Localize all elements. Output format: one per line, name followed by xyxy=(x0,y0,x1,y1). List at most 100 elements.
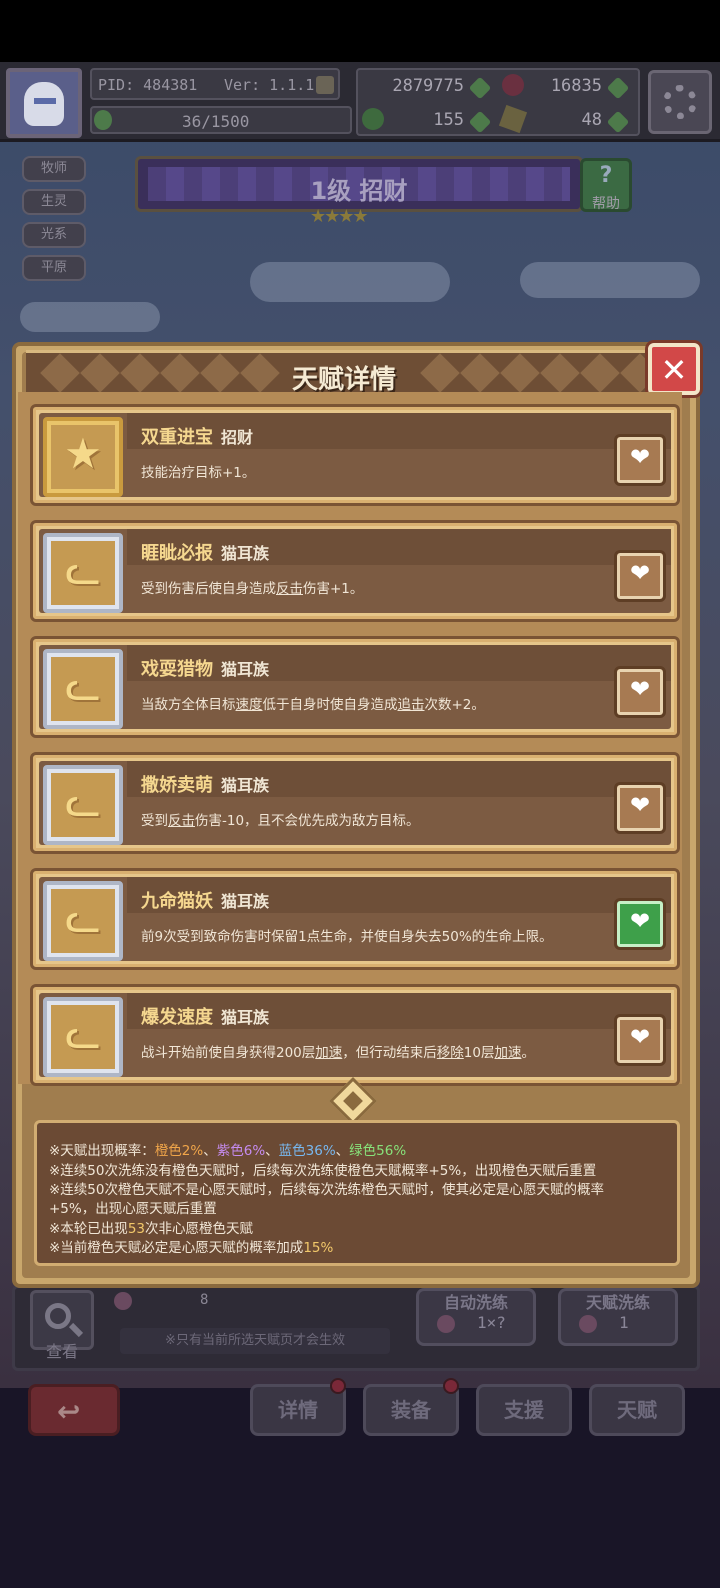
talent-description: 受到反击伤害-10，且不会优先成为敌方目标。 xyxy=(141,813,420,829)
divider-gem-icon xyxy=(328,1076,378,1126)
talent-name: 睚眦必报 猫耳族 xyxy=(141,543,270,564)
modal-header: 天赋详情 xyxy=(26,350,662,396)
auto-refine-label: 自动洗练 xyxy=(443,1293,508,1312)
potion-count: 8 xyxy=(200,1292,209,1308)
back-arrow-icon: ↩ xyxy=(57,1395,81,1428)
notification-dot xyxy=(330,1378,346,1394)
talent-card[interactable]: ᓚ 爆发速度 猫耳族 战斗开始前使自身获得200层加速，但行动结束后移除10层加速… xyxy=(30,984,680,1086)
auto-refine-cost: 1×? xyxy=(477,1313,506,1332)
xp-text: 36/1500 xyxy=(182,112,250,131)
potion-icon xyxy=(579,1315,597,1333)
plus-icon[interactable] xyxy=(468,110,492,134)
status-bar xyxy=(0,0,720,62)
level-banner: 1级 招财 xyxy=(135,156,583,212)
gold-value: 2879775 xyxy=(392,76,464,96)
wish-heart-button[interactable]: ❤ xyxy=(614,666,666,718)
id-panel: PID: 484381 Ver: 1.1.1.0 xyxy=(90,68,340,100)
talent-refine-button[interactable]: 天赋洗练 1 xyxy=(558,1288,678,1346)
probability-info: ※天赋出现概率：橙色2%、紫色6%、蓝色36%、绿色56% ※连续50次洗练没有… xyxy=(34,1120,680,1266)
back-button[interactable]: ↩ xyxy=(28,1384,120,1436)
talent-card[interactable]: ᓚ 九命猫妖 猫耳族 前9次受到致命伤害时保留1点生命，并使自身失去50%的生命上… xyxy=(30,868,680,970)
cat-icon: ᓚ xyxy=(43,765,123,845)
talent-refine-cost: 1 xyxy=(619,1313,629,1332)
tag-type: 生灵 xyxy=(22,189,86,215)
view-label: 查看 xyxy=(45,1342,78,1361)
info-line-bonus: ※当前橙色天赋必定是心愿天赋的概率加成15% xyxy=(49,1240,334,1256)
auto-refine-button[interactable]: 自动洗练 1×? xyxy=(416,1288,536,1346)
help-label: 帮助 xyxy=(592,196,620,212)
info-line-pity: ※连续50次洗练没有橙色天赋时，后续每次洗练使橙色天赋概率+5%，出现橙色天赋后… xyxy=(49,1163,597,1179)
talent-card[interactable]: ᓚ 撒娇卖萌 猫耳族 受到反击伤害-10，且不会优先成为敌方目标。 ❤ xyxy=(30,752,680,854)
talent-card[interactable]: ᓚ 戏耍猎物 猫耳族 当敌方全体目标速度低于自身时使自身造成追击次数+2。 ❤ xyxy=(30,636,680,738)
talent-race: 猫耳族 xyxy=(221,776,270,795)
wish-heart-button[interactable]: ❤ xyxy=(614,550,666,602)
heart-icon: ❤ xyxy=(629,559,651,587)
talent-description: 前9次受到致命伤害时保留1点生命，并使自身失去50%的生命上限。 xyxy=(141,929,553,945)
top-hud: PID: 484381 Ver: 1.1.1.0 36/1500 2879775… xyxy=(0,62,720,142)
cat-icon: ᓚ xyxy=(43,881,123,961)
potion-icon xyxy=(114,1292,132,1310)
tab-talent[interactable]: 天赋 xyxy=(589,1384,685,1436)
talent-card[interactable]: ᓚ 睚眦必报 猫耳族 受到伤害后使自身造成反击伤害+1。 ❤ xyxy=(30,520,680,622)
talent-name: 撒娇卖萌 猫耳族 xyxy=(141,775,270,796)
star-icon: ★ xyxy=(43,417,123,497)
clover-value: 155 xyxy=(433,110,464,130)
wish-heart-button-active[interactable]: ❤ xyxy=(614,898,666,950)
banner-title: 1级 招财 xyxy=(310,177,408,205)
shard-icon xyxy=(498,104,528,134)
cat-icon: ᓚ xyxy=(43,649,123,729)
copy-icon[interactable] xyxy=(316,76,334,94)
heart-icon: ❤ xyxy=(629,443,651,471)
heart-icon: ❤ xyxy=(629,907,651,935)
plus-icon[interactable] xyxy=(468,76,492,100)
xp-bar: 36/1500 xyxy=(90,106,352,134)
tag-class: 牧师 xyxy=(22,156,86,182)
talent-name: 九命猫妖 猫耳族 xyxy=(141,891,270,912)
gear-icon xyxy=(663,85,697,119)
talent-card[interactable]: ★ 双重进宝 招财 技能治疗目标+1。 ❤ xyxy=(30,404,680,506)
close-button[interactable]: ✕ xyxy=(648,343,700,395)
gem-value: 16835 xyxy=(550,76,602,96)
info-line-wish: ※连续50次橙色天赋不是心愿天赋时，后续每次洗练橙色天赋时，使其必定是心愿天赋的… xyxy=(49,1182,604,1198)
page-note: ※只有当前所选天赋页才会生效 xyxy=(120,1328,390,1354)
game-screen: PID: 484381 Ver: 1.1.1.0 36/1500 2879775… xyxy=(0,0,720,1588)
talent-race: 猫耳族 xyxy=(221,660,270,679)
info-line-wish-cont: +5%，出现心愿天赋后重置 xyxy=(49,1201,217,1217)
notification-dot xyxy=(443,1378,459,1394)
plus-icon[interactable] xyxy=(606,76,630,100)
tab-support[interactable]: 支援 xyxy=(476,1384,572,1436)
tag-element: 光系 xyxy=(22,222,86,248)
heart-icon: ❤ xyxy=(629,675,651,703)
talent-name: 双重进宝 招财 xyxy=(141,427,254,448)
clover-icon xyxy=(362,108,384,130)
shard-value: 48 xyxy=(581,110,602,130)
info-line-count: ※本轮已出现53次非心愿橙色天赋 xyxy=(49,1221,253,1237)
talent-description: 技能治疗目标+1。 xyxy=(141,465,256,481)
talent-name: 戏耍猎物 猫耳族 xyxy=(141,659,270,680)
plus-icon[interactable] xyxy=(606,110,630,134)
wish-heart-button[interactable]: ❤ xyxy=(614,1014,666,1066)
talent-race: 猫耳族 xyxy=(221,1008,270,1027)
settings-button[interactable] xyxy=(648,70,712,134)
talent-race: 猫耳族 xyxy=(221,892,270,911)
player-id: PID: 484381 xyxy=(98,76,198,94)
close-icon: ✕ xyxy=(660,351,688,389)
wish-heart-button[interactable]: ❤ xyxy=(614,782,666,834)
talent-refine-label: 天赋洗练 xyxy=(585,1293,650,1312)
tag-terrain: 平原 xyxy=(22,255,86,281)
info-line-rates: ※天赋出现概率：橙色2%、紫色6%、蓝色36%、绿色56% xyxy=(49,1143,407,1159)
talent-description: 受到伤害后使自身造成反击伤害+1。 xyxy=(141,581,364,597)
wish-heart-button[interactable]: ❤ xyxy=(614,434,666,486)
heart-icon: ❤ xyxy=(629,791,651,819)
modal-title: 天赋详情 xyxy=(291,365,396,395)
leaf-icon xyxy=(94,110,112,130)
search-icon xyxy=(45,1303,71,1329)
talent-name: 爆发速度 猫耳族 xyxy=(141,1007,270,1028)
talent-description: 战斗开始前使自身获得200层加速，但行动结束后移除10层加速。 xyxy=(141,1045,535,1061)
talent-race: 猫耳族 xyxy=(221,544,270,563)
talent-description: 当敌方全体目标速度低于自身时使自身造成追击次数+2。 xyxy=(141,697,485,713)
star-rating: ★★★★ xyxy=(310,206,369,227)
talent-race: 招财 xyxy=(221,428,254,447)
potion-counter: 8 xyxy=(108,1290,268,1314)
player-avatar[interactable] xyxy=(6,68,82,138)
